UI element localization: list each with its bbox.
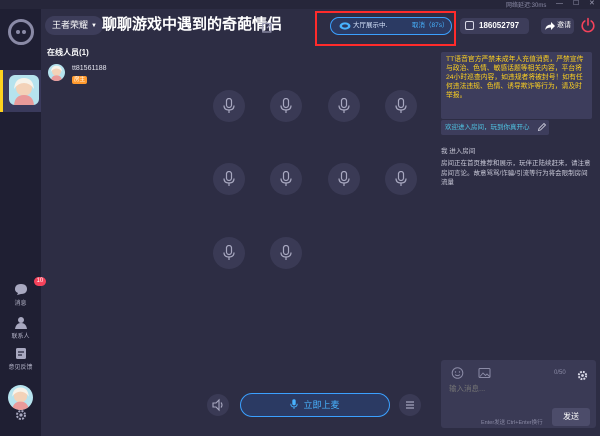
- caret-down-icon: ▼: [91, 23, 97, 29]
- mic-seat-1[interactable]: [213, 90, 245, 122]
- microphone-icon: [338, 171, 350, 186]
- sidebar-item-contacts[interactable]: 联系人: [0, 316, 41, 340]
- char-counter: 0/50: [554, 370, 566, 376]
- welcome-text: 欢迎进入房间，玩到你真开心: [445, 124, 530, 131]
- sidebar-item-label: 消息: [14, 301, 27, 307]
- chat-bubble-icon: 10: [14, 277, 47, 296]
- microphone-icon: [395, 98, 407, 113]
- message-input-panel: 0/50 Enter发送 Ctrl+Enter换行 发送: [441, 360, 596, 428]
- room-avatar: [9, 75, 39, 105]
- microphone-icon: [280, 171, 292, 186]
- microphone-icon: [223, 98, 235, 113]
- sidebar: 10 消息 联系人 意见反馈: [0, 9, 47, 436]
- menu-lines-icon: [406, 401, 414, 409]
- id-card-icon: [465, 21, 474, 30]
- sidebar-item-messages[interactable]: 10 消息: [0, 277, 47, 307]
- cancel-showing-button[interactable]: 取消（87s）: [412, 18, 448, 34]
- member-role-badge: 房主: [72, 76, 88, 84]
- user-avatar[interactable]: [8, 385, 33, 410]
- category-label: 王者荣耀: [52, 20, 89, 30]
- microphone-icon: [338, 98, 350, 113]
- mic-seat-10[interactable]: [270, 237, 302, 269]
- mic-seat-2[interactable]: [270, 90, 302, 122]
- input-settings-gear-icon[interactable]: [577, 368, 588, 381]
- speaker-icon: [212, 398, 223, 412]
- mic-seat-7[interactable]: [328, 163, 360, 195]
- megaphone-icon: [339, 21, 351, 31]
- share-arrow-icon: [545, 21, 555, 31]
- go-on-mic-button[interactable]: 立即上麦: [240, 393, 390, 417]
- invite-button[interactable]: 邀请: [541, 18, 574, 34]
- online-members-title: 在线人员(1): [47, 48, 89, 57]
- network-latency: 网络延迟:30ms: [506, 3, 547, 9]
- edit-title-icon[interactable]: [262, 20, 273, 33]
- mic-seat-6[interactable]: [270, 163, 302, 195]
- microphone-icon: [290, 395, 299, 409]
- image-icon[interactable]: [478, 366, 491, 378]
- room-id-button[interactable]: 186052797: [460, 18, 529, 34]
- send-button[interactable]: 发送: [552, 408, 590, 426]
- room-header: 王者荣耀 ▼ 聊聊游戏中遇到的奇葩情侣 大厅展示中. 取消（87s） 186052…: [41, 9, 600, 46]
- sidebar-item-label: 联系人: [11, 334, 30, 340]
- chat-message-system: 房间正在首页推荐和展示，玩伴正陆续赶来，请注意房间言论。故意骂骂/诈骗/引流等行…: [441, 160, 591, 186]
- send-hint: Enter发送 Ctrl+Enter换行: [481, 420, 543, 426]
- microphone-icon: [280, 98, 292, 113]
- exit-room-power-icon[interactable]: [580, 17, 596, 33]
- official-notice: TT语音官方严禁未成年人充值消费，严禁宣传与政治、色情、敏感话题等相关内容，平台…: [441, 52, 592, 119]
- window-titlebar: 网络延迟:30ms — ☐ ✕: [0, 0, 600, 9]
- mic-seat-4[interactable]: [385, 90, 417, 122]
- welcome-message[interactable]: 欢迎进入房间，玩到你真开心: [441, 120, 549, 135]
- volume-button[interactable]: [207, 394, 229, 416]
- room-id: 186052797: [479, 21, 520, 30]
- room-title: 聊聊游戏中遇到的奇葩情侣: [102, 16, 283, 33]
- more-menu-button[interactable]: [399, 394, 421, 416]
- mic-seat-3[interactable]: [328, 90, 360, 122]
- feedback-icon: [14, 347, 28, 360]
- messages-badge: 10: [33, 277, 47, 286]
- sidebar-item-feedback[interactable]: 意见反馈: [0, 347, 41, 371]
- microphone-icon: [395, 171, 407, 186]
- showing-text: 大厅展示中.: [353, 22, 388, 29]
- sidebar-current-room[interactable]: [0, 70, 41, 112]
- minimize-button[interactable]: —: [556, 0, 563, 8]
- mic-seat-5[interactable]: [213, 163, 245, 195]
- chat-message-join: 我 进入房间: [441, 148, 476, 155]
- mic-seat-9[interactable]: [213, 237, 245, 269]
- message-input[interactable]: [449, 384, 589, 393]
- close-window-button[interactable]: ✕: [589, 0, 595, 8]
- emoji-icon[interactable]: [451, 366, 464, 379]
- sidebar-item-label: 意见反馈: [8, 365, 33, 371]
- pencil-icon[interactable]: [537, 122, 547, 132]
- maximize-button[interactable]: ☐: [573, 0, 579, 8]
- member-avatar: [48, 64, 65, 81]
- microphone-icon: [223, 171, 235, 186]
- microphone-icon: [280, 245, 292, 260]
- bottom-controls: 立即上麦: [41, 388, 435, 424]
- lobby-showing-pill: 大厅展示中. 取消（87s）: [330, 17, 452, 35]
- app-logo-icon[interactable]: [8, 19, 34, 45]
- invite-label: 邀请: [557, 22, 571, 29]
- settings-gear-icon[interactable]: [15, 408, 27, 420]
- go-mic-label: 立即上麦: [303, 400, 340, 410]
- person-icon: [14, 316, 28, 329]
- member-name: tt81561188: [72, 65, 107, 72]
- microphone-icon: [223, 245, 235, 260]
- category-selector[interactable]: 王者荣耀 ▼: [45, 16, 103, 35]
- mic-seat-8[interactable]: [385, 163, 417, 195]
